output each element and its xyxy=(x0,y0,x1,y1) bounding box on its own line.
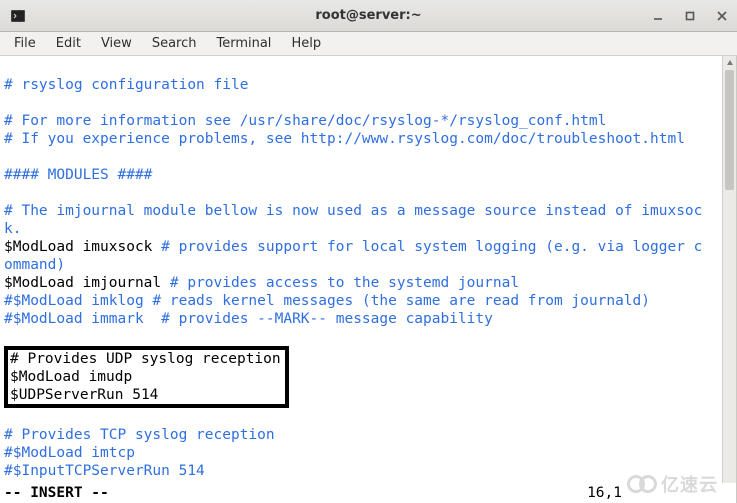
code-line: #### MODULES #### xyxy=(4,167,152,183)
terminal-area[interactable]: # rsyslog configuration file # For more … xyxy=(0,56,737,503)
window-title: root@server:~ xyxy=(315,8,421,23)
cursor-position: 16,1 xyxy=(587,485,622,501)
menu-edit[interactable]: Edit xyxy=(46,34,91,53)
menubar: File Edit View Search Terminal Help xyxy=(0,32,737,56)
code-line: k. xyxy=(4,221,21,237)
maximize-button[interactable] xyxy=(681,7,699,25)
code-line: #$InputTCPServerRun 514 xyxy=(4,463,205,479)
editor-content[interactable]: # rsyslog configuration file # For more … xyxy=(0,56,736,482)
close-button[interactable] xyxy=(713,7,731,25)
menu-view[interactable]: View xyxy=(91,34,142,53)
code-line: ommand) xyxy=(4,257,65,273)
code-line: #$ModLoad imklog # reads kernel messages… xyxy=(4,293,650,309)
minimize-button[interactable] xyxy=(649,7,667,25)
scroll-up-button[interactable] xyxy=(723,56,736,70)
window-controls xyxy=(649,7,731,25)
code-line: #$ModLoad immark # provides --MARK-- mes… xyxy=(4,311,493,327)
code-line: # The imjournal module bellow is now use… xyxy=(4,203,702,219)
highlighted-block: # Provides UDP syslog reception $ModLoad… xyxy=(4,346,289,408)
code-line: # If you experience problems, see http:/… xyxy=(4,131,685,147)
code-line: $ModLoad imuxsock # provides support for… xyxy=(4,239,702,255)
menu-terminal[interactable]: Terminal xyxy=(206,34,281,53)
code-line: $ModLoad imudp xyxy=(10,369,132,385)
code-line: #$ModLoad imtcp xyxy=(4,445,135,461)
terminal-app-icon xyxy=(10,8,26,24)
code-line: # Provides TCP syslog reception xyxy=(4,427,275,443)
code-line: # Provides UDP syslog reception xyxy=(10,351,281,367)
vim-mode: -- INSERT -- xyxy=(4,485,109,501)
menu-search[interactable]: Search xyxy=(142,34,207,53)
vim-status-bar: -- INSERT -- 16,1 xyxy=(0,483,736,503)
titlebar: root@server:~ xyxy=(0,0,737,32)
menu-file[interactable]: File xyxy=(4,34,46,53)
code-line: $ModLoad imjournal # provides access to … xyxy=(4,275,519,291)
code-line: # For more information see /usr/share/do… xyxy=(4,113,606,129)
menu-help[interactable]: Help xyxy=(281,34,331,53)
code-line: $UDPServerRun 514 xyxy=(10,387,158,403)
code-line: # rsyslog configuration file xyxy=(4,77,248,93)
scroll-thumb[interactable] xyxy=(725,70,734,190)
vertical-scrollbar[interactable] xyxy=(722,56,736,503)
